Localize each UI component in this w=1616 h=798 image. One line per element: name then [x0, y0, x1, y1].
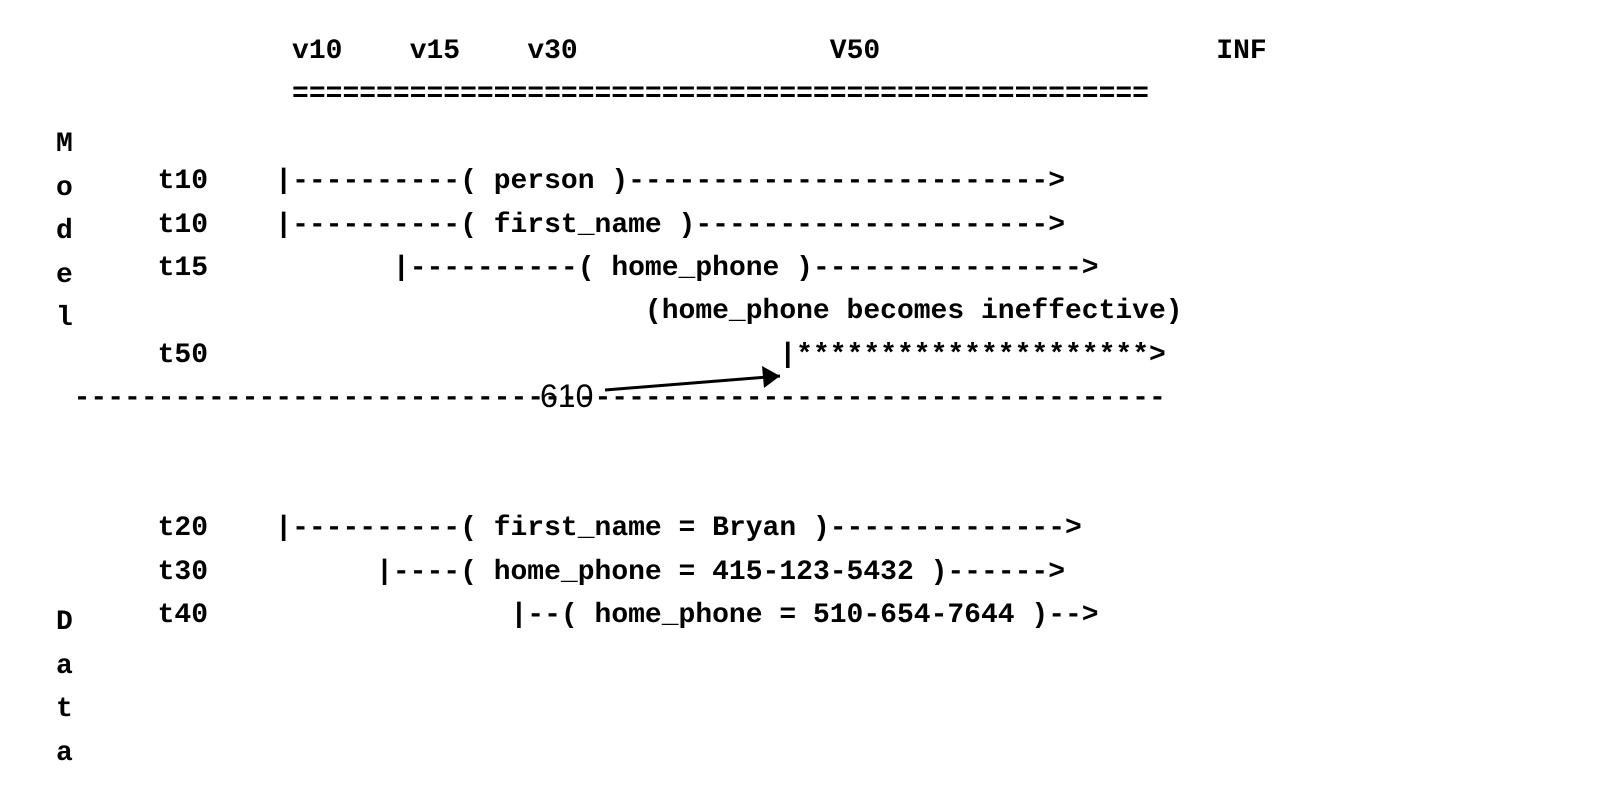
t-label: t20 — [158, 513, 208, 544]
model-row-t10-person: t10 |----------( person )---------------… — [40, 160, 1576, 203]
data-row-t30: t30 |----( home_phone = 415-123-5432 )--… — [40, 551, 1576, 594]
data-row-t20: t20 |----------( first_name = Bryan )---… — [40, 507, 1576, 550]
mid-bar: ----------------------------------------… — [74, 383, 1166, 414]
timeline-span: |----------( first_name )---------------… — [275, 210, 1065, 241]
axis-header: v10 v15 v30 V50 INF — [40, 30, 1576, 73]
t-label: t40 — [158, 600, 208, 631]
t-label: t50 — [158, 340, 208, 371]
timeline-span: |----------( person )-------------------… — [275, 166, 1065, 197]
timeline-span: |----------( first_name = Bryan )-------… — [275, 513, 1082, 544]
blank-line-2 — [40, 421, 1576, 464]
ineffective-note-line: (home_phone becomes ineffective) — [40, 290, 1576, 333]
t-label: t30 — [158, 557, 208, 588]
section-label-model: M o d e l — [56, 80, 73, 340]
model-row-t15-homephone: t15 |----------( home_phone )-----------… — [40, 247, 1576, 290]
timeline-span: |--( home_phone = 510-654-7644 )--> — [511, 600, 1099, 631]
model-row-t10-firstname: t10 |----------( first_name )-----------… — [40, 204, 1576, 247]
diagram-canvas: M o d e l D a t a v10 v15 v30 V50 INF ==… — [0, 0, 1616, 798]
blank-line-1 — [40, 117, 1576, 160]
axis-v50: V50 — [830, 36, 880, 67]
timeline-span: |*********************> — [779, 340, 1165, 371]
data-row-t40: t40 |--( home_phone = 510-654-7644 )--> — [40, 594, 1576, 637]
blank-line-3 — [40, 464, 1576, 507]
t-label: t15 — [158, 253, 208, 284]
axis-v10: v10 — [292, 36, 342, 67]
axis-divider: ========================================… — [40, 73, 1576, 116]
timeline-span: |----------( home_phone )---------------… — [393, 253, 1099, 284]
axis-inf: INF — [1216, 36, 1266, 67]
timeline-span: |----( home_phone = 415-123-5432 )------… — [376, 557, 1065, 588]
axis-v15: v15 — [410, 36, 460, 67]
ineffective-note: (home_phone becomes ineffective) — [645, 296, 1183, 327]
section-label-data: D a t a — [56, 558, 73, 775]
callout-610: 610 — [540, 372, 593, 422]
axis-bar: ========================================… — [292, 79, 1149, 110]
axis-v30: v30 — [527, 36, 577, 67]
t-label: t10 — [158, 210, 208, 241]
t-label: t10 — [158, 166, 208, 197]
model-row-t50: t50 |*********************> — [40, 334, 1576, 377]
section-divider: ----------------------------------------… — [40, 377, 1576, 420]
